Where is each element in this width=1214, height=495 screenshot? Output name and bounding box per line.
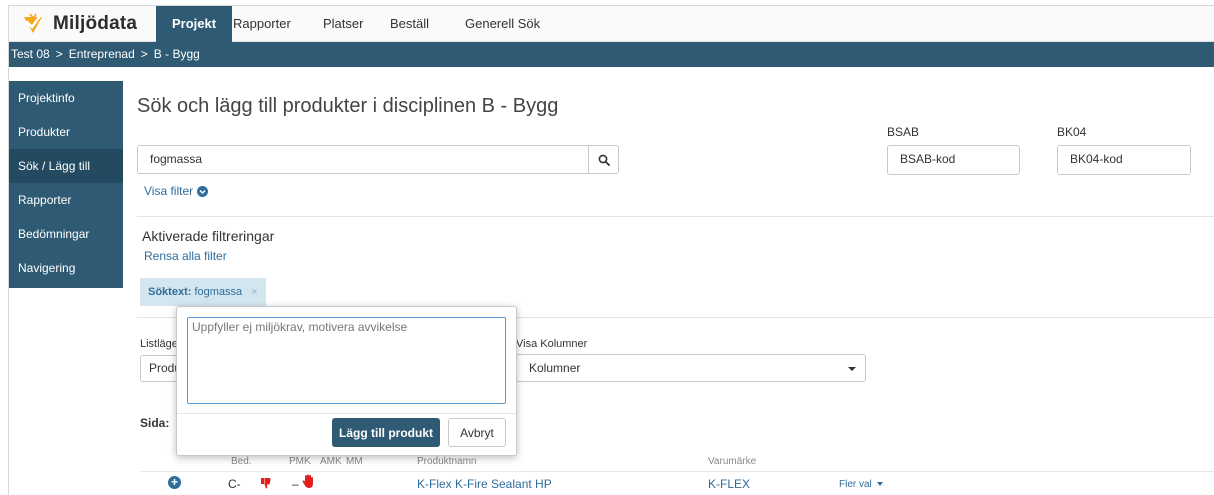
thumbs-down-icon	[261, 478, 271, 489]
sidebar-item-bedomningar[interactable]: Bedömningar	[9, 217, 123, 251]
filter-chip-value: fogmassa	[194, 286, 243, 298]
breadcrumb-item-entreprenad[interactable]: Entreprenad	[69, 42, 135, 67]
more-options-dropdown[interactable]: Fler val	[839, 479, 883, 490]
nav-projekt[interactable]: Projekt	[156, 6, 233, 42]
column-header-amk[interactable]: AMK	[320, 456, 342, 467]
caret-down-icon	[848, 367, 856, 371]
breadcrumb-separator: >	[140, 47, 148, 61]
modal-divider	[177, 413, 516, 414]
sidebar-item-sok-lagg-till[interactable]: Sök / Lägg till	[9, 149, 123, 183]
active-filters-heading: Aktiverade filtreringar	[142, 228, 275, 244]
column-header-produktnamn[interactable]: Produktnamn	[417, 456, 476, 467]
nav-bestall[interactable]: Beställ	[390, 6, 429, 42]
sidebar-item-produkter[interactable]: Produkter	[9, 115, 123, 149]
search-button[interactable]	[588, 145, 619, 174]
brand-logo-icon	[24, 13, 42, 33]
add-product-icon[interactable]: +	[168, 476, 181, 489]
sidebar-item-projektinfo[interactable]: Projektinfo	[9, 81, 123, 115]
search-icon	[598, 154, 610, 166]
show-columns-select[interactable]: Kolumner	[516, 354, 866, 382]
close-icon[interactable]: ×	[251, 286, 257, 298]
stop-hand-icon	[302, 474, 313, 488]
breadcrumb-item-discipline[interactable]: B - Bygg	[154, 42, 200, 67]
deviation-reason-textarea[interactable]	[187, 317, 506, 404]
column-header-bed[interactable]: Bed.	[231, 456, 252, 467]
chevron-down-circle-icon	[197, 185, 209, 197]
pmk-value: –	[292, 477, 299, 491]
column-header-mm[interactable]: MM	[346, 456, 363, 467]
nav-rapporter[interactable]: Rapporter	[233, 6, 291, 42]
deviation-popover: Lägg till produkt Avbryt	[176, 306, 517, 456]
breadcrumb-item-project[interactable]: Test 08	[11, 42, 50, 67]
divider	[137, 216, 1214, 217]
caret-down-icon	[876, 482, 883, 487]
brand-link[interactable]: K-FLEX	[708, 477, 750, 491]
search-input[interactable]: fogmassa	[137, 145, 589, 174]
more-options-label: Fler val	[839, 479, 872, 490]
page-label: Sida:	[140, 416, 170, 430]
filter-chip: Söktext: fogmassa ×	[140, 278, 266, 306]
column-header-varumarke[interactable]: Varumärke	[708, 456, 756, 467]
nav-generell-sok[interactable]: Generell Sök	[465, 6, 540, 42]
sidebar-item-rapporter[interactable]: Rapporter	[9, 183, 123, 217]
sidebar-item-navigering[interactable]: Navigering	[9, 251, 123, 285]
product-name-link[interactable]: K-Flex K-Fire Sealant HP	[417, 477, 552, 491]
show-filter-label: Visa filter	[144, 184, 194, 198]
bed-value: C-	[228, 477, 241, 491]
bk04-input[interactable]: BK04-kod	[1057, 145, 1191, 175]
breadcrumb: Test 08 > Entreprenad > B - Bygg	[9, 42, 1214, 67]
nav-platser[interactable]: Platser	[323, 6, 363, 42]
list-mode-label: Listläge	[140, 338, 178, 350]
clear-filters-link[interactable]: Rensa alla filter	[144, 249, 227, 263]
bsab-label: BSAB	[887, 125, 920, 139]
app-window: Miljödata Projekt Rapporter Platser Best…	[8, 5, 1214, 495]
brand[interactable]: Miljödata	[22, 10, 137, 38]
show-columns-label: Visa Kolumner	[516, 338, 588, 350]
show-columns-value: Kolumner	[529, 361, 581, 375]
filter-chip-label: Söktext:	[148, 286, 192, 298]
show-filter-link[interactable]: Visa filter	[144, 184, 209, 198]
column-header-pmk[interactable]: PMK	[289, 456, 311, 467]
table-header-divider	[140, 471, 1214, 472]
add-product-button[interactable]: Lägg till produkt	[332, 418, 440, 447]
page-title: Sök och lägg till produkter i discipline…	[137, 95, 559, 117]
breadcrumb-separator: >	[55, 47, 63, 61]
cancel-button[interactable]: Avbryt	[448, 418, 506, 447]
bk04-label: BK04	[1057, 125, 1087, 139]
top-navbar: Miljödata Projekt Rapporter Platser Best…	[9, 6, 1214, 42]
sidebar: Projektinfo Produkter Sök / Lägg till Ra…	[9, 81, 123, 288]
bsab-input[interactable]: BSAB-kod	[887, 145, 1020, 175]
brand-name: Miljödata	[53, 13, 138, 34]
